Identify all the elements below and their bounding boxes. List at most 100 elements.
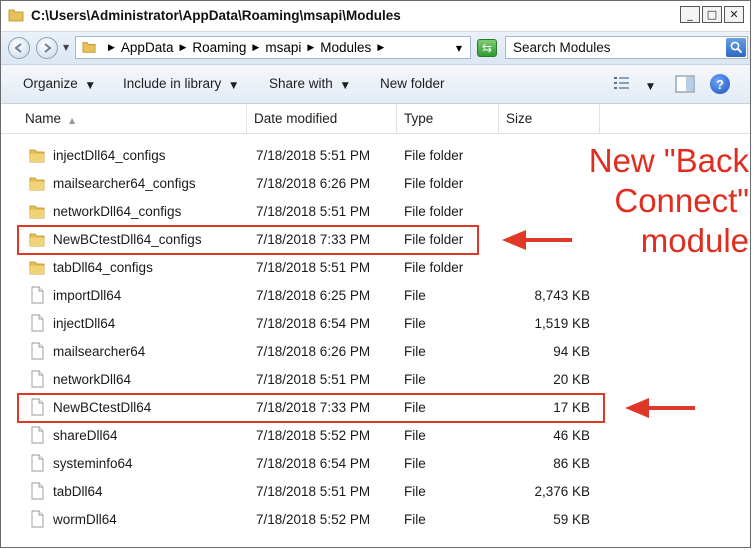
arrow-left-icon: [502, 230, 572, 250]
column-header: Name ▲ Date modified Type Size: [1, 104, 750, 134]
window-title: C:\Users\Administrator\AppData\Roaming\m…: [31, 8, 401, 23]
file-size: 8,743 KB: [534, 288, 590, 303]
file-type: File: [404, 288, 426, 303]
file-row[interactable]: importDll64 7/18/2018 6:25 PM File 8,743 KB: [1, 281, 750, 309]
folder-icon: [29, 146, 45, 164]
help-icon[interactable]: ?: [710, 74, 730, 94]
breadcrumb-roaming[interactable]: Roaming: [192, 40, 246, 55]
file-name: mailsearcher64: [53, 344, 146, 359]
file-date: 7/18/2018 5:51 PM: [256, 148, 371, 163]
address-history-chevron-icon[interactable]: ▼: [456, 44, 462, 53]
breadcrumb-separator-icon[interactable]: ▶: [179, 43, 186, 53]
share-with-button[interactable]: Share with ▼: [269, 76, 349, 91]
preview-pane-icon[interactable]: [675, 75, 695, 93]
breadcrumb-separator-icon[interactable]: ▶: [377, 43, 384, 53]
file-date: 7/18/2018 5:51 PM: [256, 204, 371, 219]
search-icon[interactable]: [726, 38, 746, 57]
date-column-header[interactable]: Date modified: [247, 104, 397, 133]
file-icon: [29, 314, 45, 332]
include-in-library-button[interactable]: Include in library ▼: [123, 76, 237, 91]
size-column-header[interactable]: Size: [499, 104, 600, 133]
type-column-header[interactable]: Type: [397, 104, 499, 133]
file-size: 46 KB: [553, 428, 590, 443]
breadcrumb-separator-icon[interactable]: ▶: [108, 43, 115, 53]
name-column-header[interactable]: Name ▲: [18, 104, 247, 133]
file-size: 1,519 KB: [534, 316, 590, 331]
file-name: tabDll64_configs: [53, 260, 153, 275]
folder-icon: [29, 174, 45, 192]
file-row[interactable]: wormDll64 7/18/2018 5:52 PM File 59 KB: [1, 505, 750, 533]
file-type: File folder: [404, 260, 464, 275]
maximize-button[interactable]: □: [702, 6, 722, 23]
file-type: File: [404, 372, 426, 387]
file-row[interactable]: mailsearcher64 7/18/2018 6:26 PM File 94 KB: [1, 337, 750, 365]
title-bar: C:\Users\Administrator\AppData\Roaming\m…: [1, 1, 750, 32]
back-button[interactable]: [8, 37, 30, 59]
file-name: mailsearcher64_configs: [53, 176, 196, 191]
folder-icon: [29, 202, 45, 220]
file-row[interactable]: tabDll64 7/18/2018 5:51 PM File 2,376 KB: [1, 477, 750, 505]
file-date: 7/18/2018 5:52 PM: [256, 512, 371, 527]
organize-button[interactable]: Organize ▼: [23, 76, 94, 91]
search-input[interactable]: [506, 37, 723, 58]
arrow-left-icon: [625, 398, 695, 418]
file-icon: [29, 370, 45, 388]
file-date: 7/18/2018 6:54 PM: [256, 456, 371, 471]
file-name: systeminfo64: [53, 456, 133, 471]
forward-arrow-icon: [44, 43, 52, 53]
file-date: 7/18/2018 6:54 PM: [256, 316, 371, 331]
breadcrumb-separator-icon[interactable]: ▶: [307, 43, 314, 53]
file-date: 7/18/2018 5:51 PM: [256, 372, 371, 387]
file-icon: [29, 286, 45, 304]
file-date: 7/18/2018 6:25 PM: [256, 288, 371, 303]
annotation-line: module: [640, 222, 749, 259]
new-folder-button[interactable]: New folder: [380, 76, 445, 91]
file-name: injectDll64: [53, 316, 116, 331]
file-type: File: [404, 344, 426, 359]
breadcrumb-modules[interactable]: Modules: [320, 40, 371, 55]
breadcrumb-separator-icon[interactable]: ▶: [252, 43, 259, 53]
file-type: File: [404, 316, 426, 331]
search-field[interactable]: [505, 36, 748, 59]
folder-icon: [8, 9, 24, 22]
file-row[interactable]: injectDll64 7/18/2018 6:54 PM File 1,519 KB: [1, 309, 750, 337]
file-row[interactable]: networkDll64 7/18/2018 5:51 PM File 20 KB: [1, 365, 750, 393]
file-icon: [29, 510, 45, 528]
file-type: File folder: [404, 148, 464, 163]
annotation-text: New "Back Connect" module: [549, 141, 749, 261]
file-type: File folder: [404, 176, 464, 191]
view-chevron-down-icon[interactable]: ▼: [647, 77, 654, 92]
chevron-down-icon: ▼: [230, 81, 238, 91]
file-icon: [29, 454, 45, 472]
file-type: File: [404, 512, 426, 527]
highlight-box-folder: [17, 225, 479, 255]
address-bar: ▼ ▶ AppData ▶ Roaming ▶ msapi ▶ Modules …: [1, 32, 750, 65]
breadcrumb-appdata[interactable]: AppData: [121, 40, 174, 55]
refresh-icon: ⇆: [481, 41, 493, 55]
folder-icon: [82, 42, 96, 53]
chevron-down-icon: ▼: [341, 81, 349, 91]
file-name: injectDll64_configs: [53, 148, 166, 163]
highlight-box-file: [17, 393, 605, 423]
address-input[interactable]: ▶ AppData ▶ Roaming ▶ msapi ▶ Modules ▶ …: [75, 36, 471, 59]
annotation-line: New "Back: [588, 142, 749, 179]
forward-button[interactable]: [36, 37, 58, 59]
file-name: networkDll64_configs: [53, 204, 182, 219]
folder-icon: [29, 258, 45, 276]
file-icon: [29, 426, 45, 444]
file-name: shareDll64: [53, 428, 118, 443]
minimize-button[interactable]: _: [680, 6, 700, 23]
breadcrumb-msapi[interactable]: msapi: [265, 40, 301, 55]
file-date: 7/18/2018 6:26 PM: [256, 176, 371, 191]
explorer-window: C:\Users\Administrator\AppData\Roaming\m…: [0, 0, 751, 548]
view-options-icon[interactable]: [613, 75, 631, 91]
file-size: 94 KB: [553, 344, 590, 359]
file-row[interactable]: shareDll64 7/18/2018 5:52 PM File 46 KB: [1, 421, 750, 449]
recent-pages-chevron-icon[interactable]: ▼: [63, 43, 69, 52]
name-column-label: Name: [25, 111, 62, 126]
close-button[interactable]: ✕: [724, 6, 744, 23]
refresh-button[interactable]: ⇆: [477, 39, 497, 57]
annotation-line: Connect": [614, 182, 749, 219]
file-row[interactable]: systeminfo64 7/18/2018 6:54 PM File 86 KB: [1, 449, 750, 477]
command-bar: Organize ▼ Include in library ▼ Share with…: [1, 65, 750, 104]
